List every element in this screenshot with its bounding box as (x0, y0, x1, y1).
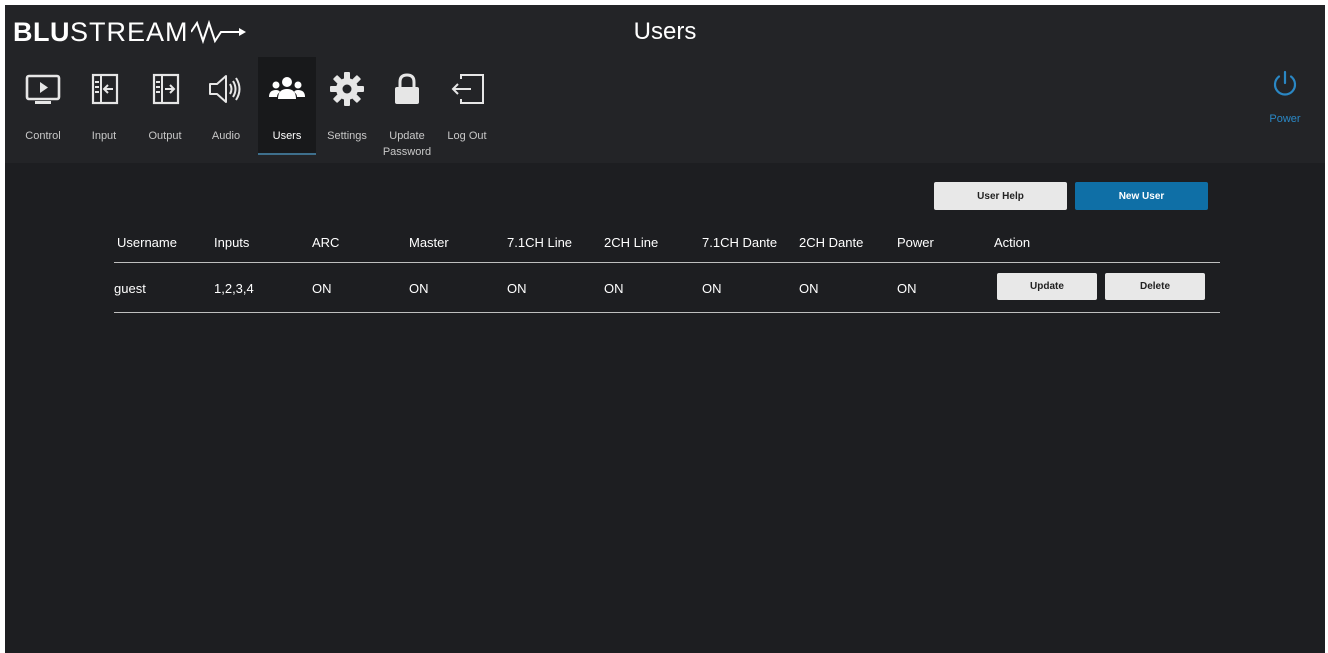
delete-user-button[interactable]: Delete (1105, 273, 1205, 300)
power-icon (1273, 70, 1297, 96)
cell-inputs: 1,2,3,4 (214, 281, 254, 296)
logout-icon (451, 74, 484, 104)
page-title: Users (633, 18, 697, 45)
nav-label: Audio (211, 130, 241, 142)
column-header-inputs: Inputs (214, 235, 250, 250)
nav-update-password[interactable]: Update Password (378, 57, 436, 158)
nav-output[interactable]: Output (136, 57, 194, 155)
column-header-arc: ARC (312, 235, 340, 250)
column-header-2ch-dante: 2CH Dante (799, 235, 864, 250)
nav-users[interactable]: Users (258, 57, 316, 155)
nav-settings[interactable]: Settings (318, 57, 376, 155)
logo-text-light: STREAM (70, 16, 189, 47)
cell-2ch-dante: ON (799, 281, 819, 296)
cell-master: ON (409, 281, 429, 296)
play-screen-icon (25, 74, 61, 104)
power-label: Power (1269, 113, 1301, 125)
update-user-button[interactable]: Update (997, 273, 1097, 300)
cell-71ch-dante: ON (702, 281, 722, 296)
column-header-71ch-dante: 7.1CH Dante (702, 235, 778, 250)
cell-arc: ON (312, 281, 332, 296)
column-header-power: Power (897, 235, 934, 250)
lock-icon (395, 73, 419, 104)
nav-input[interactable]: Input (75, 57, 133, 155)
nav-label: Settings (327, 130, 367, 142)
power-button[interactable]: Power (1261, 69, 1309, 133)
column-header-71ch-line: 7.1CH Line (507, 235, 573, 250)
column-header-action: Action (994, 235, 1031, 250)
user-help-button[interactable]: User Help (934, 182, 1067, 210)
cell-71ch-line: ON (507, 281, 527, 296)
nav-label: Update Password (382, 130, 432, 158)
header-divider (114, 262, 1220, 263)
nav-label: Users (272, 130, 302, 142)
logo-wave-icon (190, 20, 246, 44)
cell-2ch-line: ON (604, 281, 624, 296)
new-user-button[interactable]: New User (1075, 182, 1208, 210)
app-window: BLU STREAM Users Control Input Output Au… (5, 5, 1325, 653)
column-header-master: Master (409, 235, 449, 250)
gear-icon (330, 72, 364, 106)
nav-label: Log Out (447, 130, 487, 142)
output-icon (152, 73, 180, 105)
nav-label: Control (25, 130, 61, 142)
nav-control[interactable]: Control (14, 57, 72, 155)
column-header-username: Username (117, 235, 177, 250)
column-header-2ch-line: 2CH Line (604, 235, 659, 250)
blustream-logo: BLU STREAM (13, 15, 251, 49)
nav-audio[interactable]: Audio (197, 57, 255, 155)
speaker-icon (209, 75, 241, 103)
nav-label: Output (148, 130, 182, 142)
nav-log-out[interactable]: Log Out (438, 57, 496, 155)
logo-text-bold: BLU (13, 16, 70, 47)
nav-label: Input (91, 130, 117, 142)
row-divider (114, 312, 1220, 313)
users-icon (269, 77, 305, 99)
cell-power: ON (897, 281, 917, 296)
cell-username: guest (114, 281, 146, 296)
input-icon (91, 73, 119, 105)
top-bar: BLU STREAM Users Control Input Output Au… (5, 5, 1325, 163)
